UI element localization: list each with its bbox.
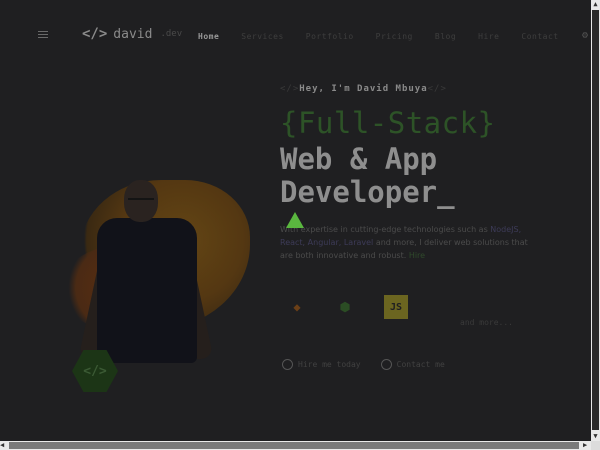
description-hire-link[interactable]: Hire (409, 251, 425, 260)
horizontal-scrollbar[interactable]: ◀ ▶ (0, 441, 591, 450)
nav-link-blog[interactable]: Blog (435, 32, 456, 41)
contact-me-label: Contact me (396, 360, 445, 369)
nav-link-contact[interactable]: Contact (521, 32, 558, 41)
greeting-text: Hey, I'm David Mbuya (299, 84, 428, 94)
greeting: </>Hey, I'm David Mbuya</> (280, 84, 447, 94)
description-start: With expertise in cutting-edge technolog… (280, 225, 488, 234)
js-icon: JS (384, 295, 408, 319)
hero-title-line2: Web & App (280, 142, 438, 176)
vertical-scroll-thumb[interactable] (592, 10, 599, 430)
code-icon: </> (82, 26, 108, 42)
skills-more: and more... (460, 318, 513, 327)
hero-image: </> (40, 160, 280, 410)
nav-link-services[interactable]: Services (241, 32, 284, 41)
hire-me-label: Hire me today (298, 360, 361, 369)
hire-me-button[interactable]: Hire me today (282, 359, 361, 370)
navbar: </> david .dev Home Services Portfolio P… (0, 20, 591, 54)
logo[interactable]: </> david .dev (82, 26, 182, 42)
hero-title-line3: Developer_ (280, 175, 455, 209)
menu-icon[interactable] (38, 31, 48, 39)
profile-photo (78, 180, 214, 380)
git-icon: ◆ (293, 300, 301, 314)
scroll-right-icon[interactable]: ▶ (583, 441, 587, 449)
scroll-left-icon[interactable]: ◀ (0, 441, 4, 449)
page: </> david .dev Home Services Portfolio P… (0, 0, 591, 441)
chat-icon (380, 359, 392, 370)
logo-text: david (113, 26, 153, 42)
contact-me-button[interactable]: Contact me (380, 359, 445, 370)
scroll-down-icon[interactable]: ▼ (592, 432, 599, 441)
scroll-up-icon[interactable]: ▲ (592, 0, 599, 9)
settings-icon[interactable]: ⚙ (582, 30, 588, 41)
nav-links: Home Services Portfolio Pricing Blog Hir… (198, 32, 581, 41)
nav-link-pricing[interactable]: Pricing (376, 32, 413, 41)
horizontal-scroll-thumb[interactable] (9, 442, 579, 449)
hero-description: With expertise in cutting-edge technolog… (280, 223, 530, 262)
greeting-prefix: </> (280, 84, 300, 94)
mail-icon (282, 359, 293, 370)
skills-row: ◆ ⬢ JS (282, 292, 408, 322)
photo-glasses (128, 198, 154, 204)
logo-suffix: .dev (160, 29, 183, 39)
cursor-pointer-icon (286, 212, 304, 228)
vertical-scrollbar[interactable]: ▲ ▼ (591, 0, 600, 441)
scrollbar-corner (591, 441, 600, 450)
greeting-suffix: </> (427, 84, 447, 94)
nav-link-portfolio[interactable]: Portfolio (306, 32, 354, 41)
node-icon: ⬢ (339, 300, 351, 314)
hero-actions: Hire me today Contact me (282, 359, 445, 370)
hero-title: Web & App Developer_ (280, 143, 455, 209)
nav-link-home[interactable]: Home (198, 32, 219, 41)
photo-body (97, 218, 197, 363)
nav-link-hire[interactable]: Hire (478, 32, 499, 41)
hero-title-highlight: {Full-Stack} (280, 106, 496, 140)
